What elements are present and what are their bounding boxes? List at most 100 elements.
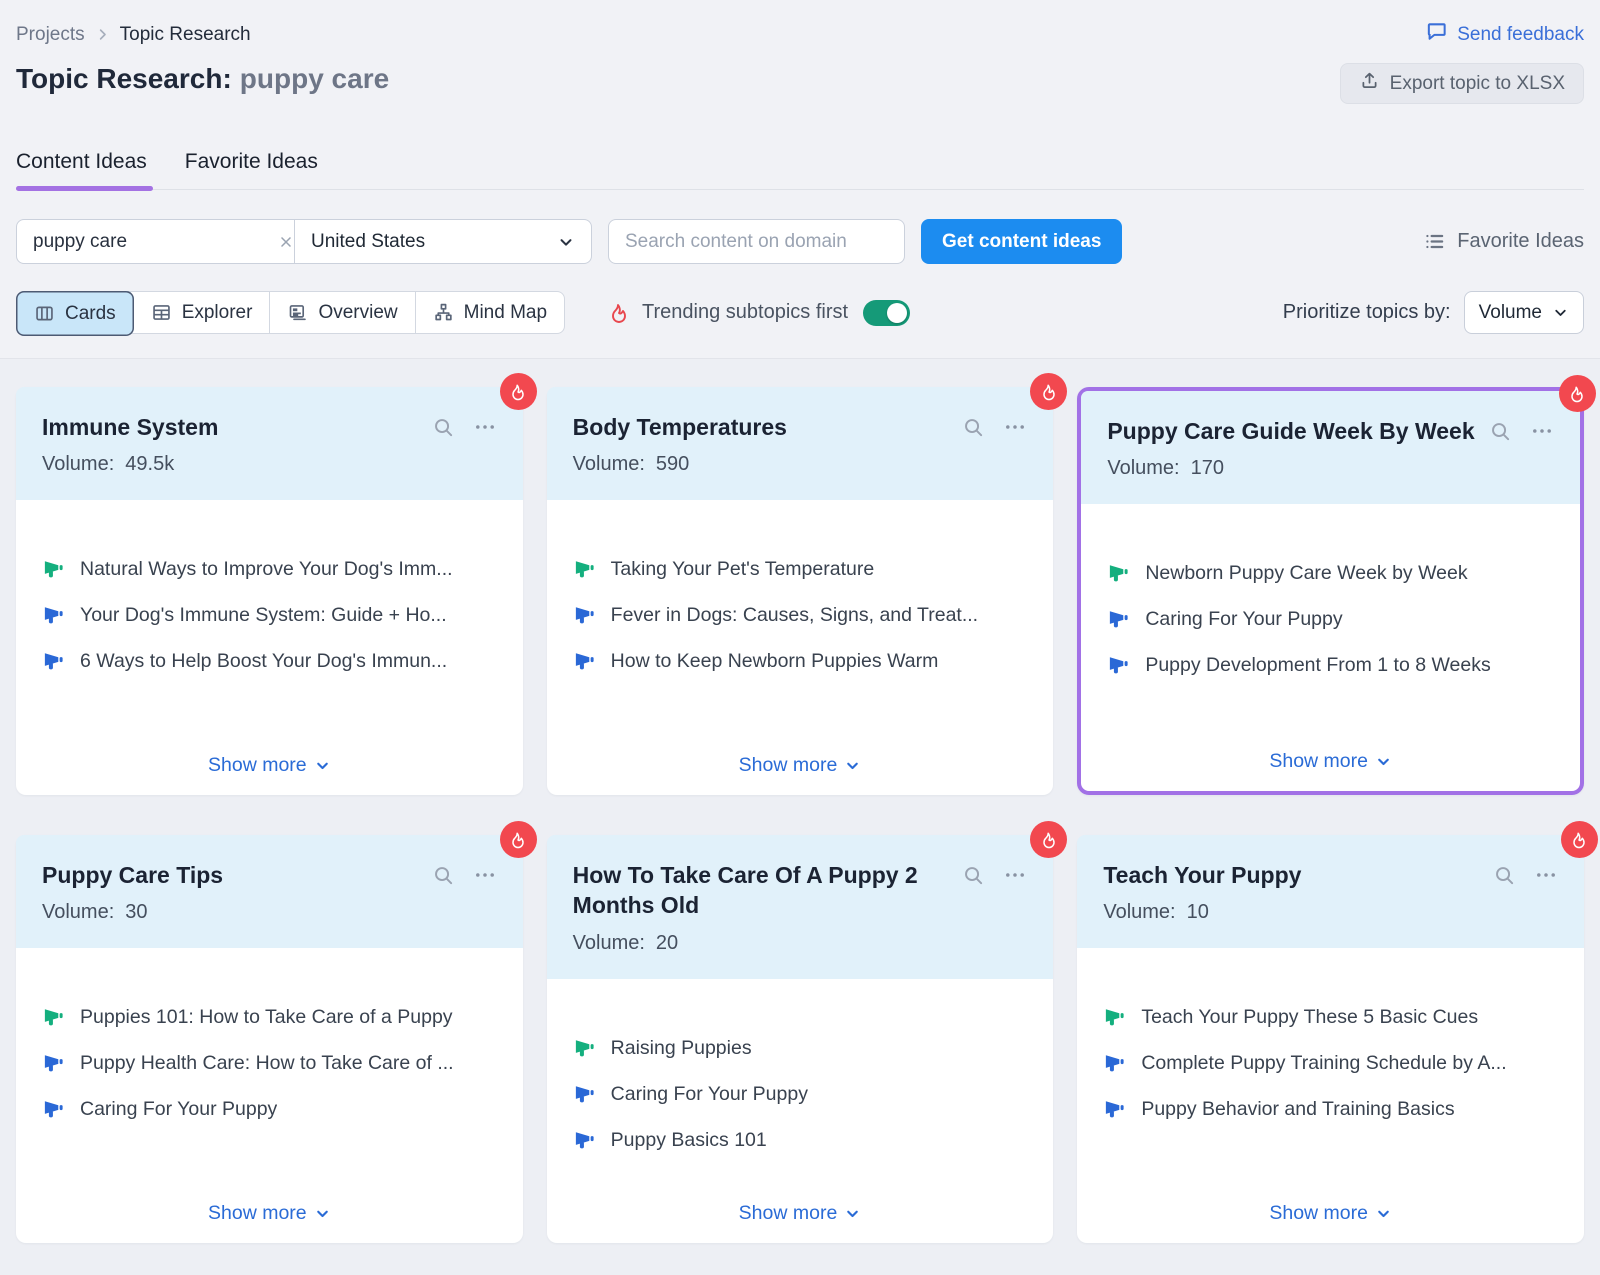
content-idea-row[interactable]: Newborn Puppy Care Week by Week (1107, 562, 1554, 585)
content-idea-row[interactable]: Puppy Development From 1 to 8 Weeks (1107, 654, 1554, 677)
domain-search-input[interactable] (608, 219, 905, 264)
search-icon[interactable] (432, 416, 455, 439)
content-idea-row[interactable]: 6 Ways to Help Boost Your Dog's Immun... (42, 650, 497, 673)
content-idea-text: Puppies 101: How to Take Care of a Puppy (80, 1006, 453, 1029)
content-idea-row[interactable]: Caring For Your Puppy (1107, 608, 1554, 631)
content-idea-row[interactable]: Caring For Your Puppy (573, 1083, 1028, 1106)
content-idea-text: Your Dog's Immune System: Guide + Ho... (80, 604, 447, 627)
card-body: Raising Puppies Caring For Your Puppy Pu… (547, 979, 1054, 1243)
mind-map-icon (433, 302, 454, 323)
content-idea-row[interactable]: Caring For Your Puppy (42, 1098, 497, 1121)
ellipsis-menu-icon[interactable] (473, 415, 497, 439)
show-more-link[interactable]: Show more (42, 734, 497, 777)
volume-label: Volume: (1103, 901, 1176, 924)
megaphone-icon (1107, 654, 1130, 677)
view-mind-map-button[interactable]: Mind Map (414, 292, 564, 333)
chevron-down-icon (557, 233, 575, 251)
content-idea-row[interactable]: Fever in Dogs: Causes, Signs, and Treat.… (573, 604, 1028, 627)
card-header: Body Temperatures Volume: 590 (546, 387, 1054, 501)
content-idea-row[interactable]: How to Keep Newborn Puppies Warm (573, 650, 1028, 673)
favorite-ideas-label: Favorite Ideas (1457, 230, 1584, 252)
volume-label: Volume: (1107, 457, 1180, 480)
topic-research-page: Projects Topic Research Send feedback To… (0, 0, 1600, 1275)
trending-badge (1030, 373, 1068, 410)
card-volume: Volume: 30 (42, 901, 497, 924)
show-more-link[interactable]: Show more (42, 1182, 497, 1225)
megaphone-icon (573, 558, 596, 581)
tab-favorite-ideas[interactable]: Favorite Ideas (185, 150, 318, 189)
content-idea-text: Complete Puppy Training Schedule by A... (1141, 1052, 1507, 1075)
content-idea-row[interactable]: Puppies 101: How to Take Care of a Puppy (42, 1006, 497, 1029)
megaphone-icon (42, 1098, 65, 1121)
page-title-query: puppy care (239, 63, 390, 94)
megaphone-icon (1103, 1006, 1126, 1029)
idea-list: Natural Ways to Improve Your Dog's Imm..… (42, 558, 497, 673)
content-idea-row[interactable]: Puppy Health Care: How to Take Care of .… (42, 1052, 497, 1075)
ellipsis-menu-icon[interactable] (473, 863, 497, 887)
show-more-link[interactable]: Show more (573, 734, 1028, 777)
send-feedback-link[interactable]: Send feedback (1425, 20, 1584, 49)
card-body: Taking Your Pet's Temperature Fever in D… (547, 500, 1054, 795)
megaphone-icon (1107, 608, 1130, 631)
tab-content-ideas[interactable]: Content Ideas (16, 150, 153, 191)
content-idea-row[interactable]: Natural Ways to Improve Your Dog's Imm..… (42, 558, 497, 581)
trending-control: Trending subtopics first (607, 299, 911, 326)
topic-query-input[interactable] (33, 230, 278, 253)
card-body: Natural Ways to Improve Your Dog's Imm..… (16, 500, 523, 795)
ellipsis-menu-icon[interactable] (1530, 419, 1554, 443)
card-actions (432, 415, 497, 439)
chevron-down-icon (844, 1205, 861, 1222)
card-actions (962, 863, 1027, 887)
content-idea-row[interactable]: Puppy Behavior and Training Basics (1103, 1098, 1558, 1121)
card-volume: Volume: 170 (1107, 457, 1554, 480)
chevron-down-icon (1375, 753, 1392, 770)
ellipsis-menu-icon[interactable] (1003, 415, 1027, 439)
card-title: Immune System (42, 414, 219, 440)
view-overview-button[interactable]: Overview (269, 292, 414, 333)
export-xlsx-button[interactable]: Export topic to XLSX (1339, 63, 1584, 104)
show-more-link[interactable]: Show more (1103, 1182, 1558, 1225)
table-icon (151, 302, 172, 323)
content-idea-text: Puppy Basics 101 (610, 1128, 767, 1151)
ellipsis-menu-icon[interactable] (1003, 863, 1027, 887)
content-idea-row[interactable]: Your Dog's Immune System: Guide + Ho... (42, 604, 497, 627)
search-icon[interactable] (1493, 864, 1516, 887)
megaphone-icon (1103, 1052, 1126, 1075)
content-idea-text: Caring For Your Puppy (1145, 608, 1343, 631)
content-idea-text: Teach Your Puppy These 5 Basic Cues (1141, 1006, 1479, 1029)
view-cards-label: Cards (65, 302, 116, 324)
card-title: Puppy Care Tips (42, 862, 224, 888)
breadcrumb-projects-link[interactable]: Projects (16, 24, 85, 46)
content-idea-row[interactable]: Taking Your Pet's Temperature (573, 558, 1028, 581)
view-cards-button[interactable]: Cards (16, 291, 134, 336)
search-icon[interactable] (962, 416, 985, 439)
upload-icon (1359, 70, 1380, 97)
content-idea-text: 6 Ways to Help Boost Your Dog's Immun... (80, 650, 448, 673)
favorite-ideas-link[interactable]: Favorite Ideas (1423, 230, 1584, 253)
search-icon[interactable] (432, 864, 455, 887)
card-header: Puppy Care Guide Week By Week Volume: 170 (1081, 391, 1580, 505)
view-explorer-button[interactable]: Explorer (133, 292, 270, 333)
subtopic-card: Teach Your Puppy Volume: 10 Teach Your Pu… (1077, 821, 1598, 1243)
show-more-link[interactable]: Show more (573, 1182, 1028, 1225)
show-more-label: Show more (208, 754, 307, 776)
clear-query-icon[interactable] (278, 234, 294, 250)
view-mind-map-label: Mind Map (463, 301, 548, 323)
content-idea-row[interactable]: Raising Puppies (573, 1037, 1028, 1060)
content-idea-row[interactable]: Teach Your Puppy These 5 Basic Cues (1103, 1006, 1558, 1029)
chevron-right-icon (95, 27, 110, 42)
prioritize-select[interactable]: Volume (1463, 291, 1584, 334)
content-idea-row[interactable]: Complete Puppy Training Schedule by A... (1103, 1052, 1558, 1075)
search-icon[interactable] (962, 864, 985, 887)
card-actions (432, 863, 497, 887)
megaphone-icon (1107, 562, 1130, 585)
get-content-ideas-button[interactable]: Get content ideas (921, 219, 1123, 264)
trending-toggle[interactable] (863, 299, 911, 326)
region-select[interactable]: United States (294, 220, 591, 263)
search-icon[interactable] (1489, 420, 1512, 443)
card-actions (1489, 419, 1554, 443)
content-idea-row[interactable]: Puppy Basics 101 (573, 1129, 1028, 1152)
cards-grid: Immune System Volume: 49.5k Natural Ways … (0, 359, 1600, 1267)
ellipsis-menu-icon[interactable] (1534, 863, 1558, 887)
show-more-link[interactable]: Show more (1107, 730, 1554, 773)
